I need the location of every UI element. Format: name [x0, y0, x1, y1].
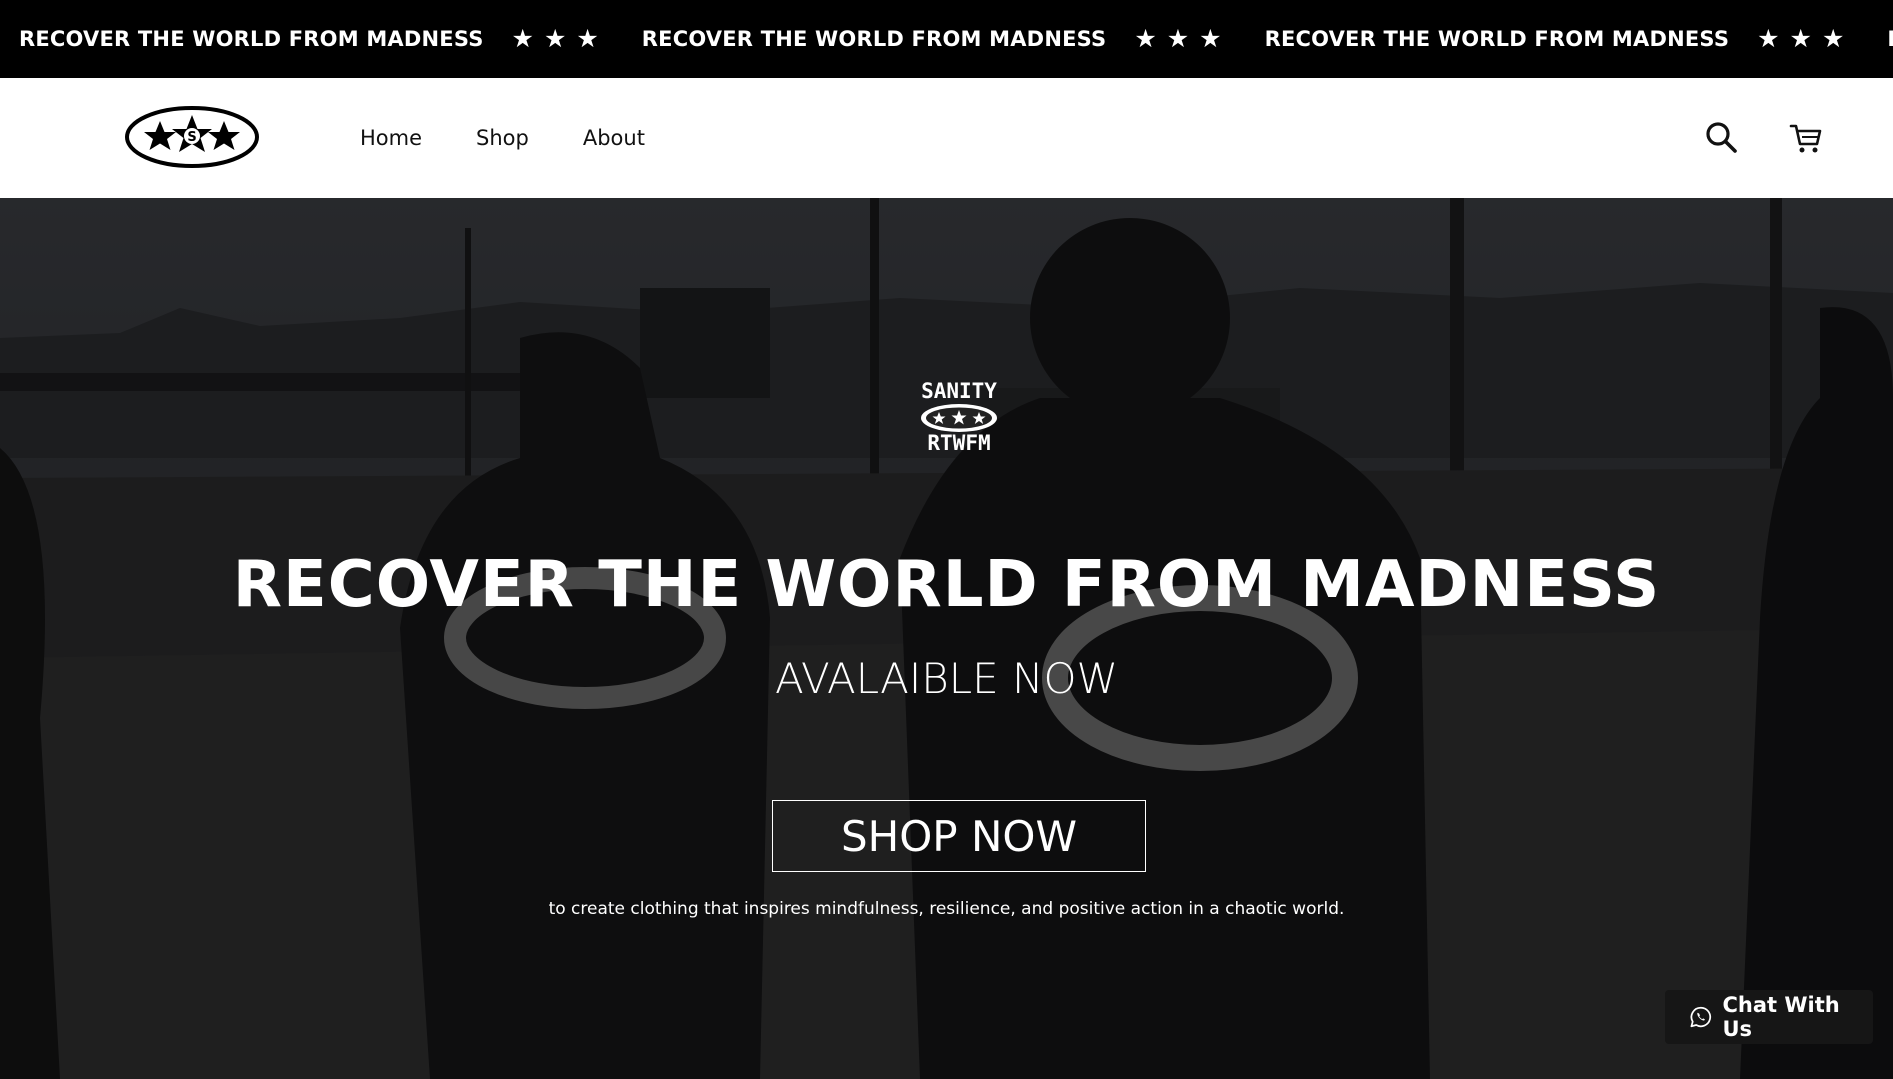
shop-now-button[interactable]: SHOP NOW — [772, 800, 1146, 872]
announcement-item: RECOVER THE WORLD FROM MADNESS — [1887, 27, 1893, 51]
star-separator-icon: ★★★ — [511, 25, 609, 53]
hero-tagline: to create clothing that inspires mindful… — [548, 899, 1345, 919]
announcement-bar: RECOVER THE WORLD FROM MADNESS ★★★ RECOVER… — [0, 0, 1893, 78]
announcement-text: RECOVER THE WORLD FROM MADNESS — [1887, 27, 1893, 51]
nav-about[interactable]: About — [583, 126, 645, 150]
search-icon[interactable] — [1704, 120, 1740, 156]
chat-label: Chat With Us — [1722, 993, 1840, 1041]
hero-title: RECOVER THE WORLD FROM MADNESS — [232, 548, 1661, 622]
announcement-text: RECOVER THE WORLD FROM MADNESS — [19, 27, 484, 51]
announcement-text: RECOVER THE WORLD FROM MADNESS — [641, 27, 1107, 51]
announcement-item: RECOVER THE WORLD FROM MADNESS ★★★ — [19, 24, 642, 54]
announcement-item: RECOVER THE WORLD FROM MADNESS ★★★ — [1265, 24, 1888, 54]
announcement-text: RECOVER THE WORLD FROM MADNESS — [1264, 27, 1730, 51]
announcement-item: RECOVER THE WORLD FROM MADNESS ★★★ — [642, 24, 1265, 54]
logo-letter: S — [187, 130, 196, 145]
hero-emblem-bottom: RTWFM — [927, 431, 990, 455]
chat-with-us-button[interactable]: Chat With Us — [1665, 990, 1873, 1044]
star-separator-icon: ★★★ — [1134, 25, 1232, 53]
announcement-track: RECOVER THE WORLD FROM MADNESS ★★★ RECOVER… — [19, 0, 1893, 78]
hero-overlay — [0, 198, 1893, 1079]
cart-icon[interactable] — [1788, 120, 1824, 156]
nav-shop[interactable]: Shop — [476, 126, 529, 150]
hero-emblem-top: SANITY — [921, 379, 997, 403]
site-header: S Home Shop About — [0, 78, 1893, 198]
hero-banner: SANITY RTWFM RECOVER THE WORLD FROM MADN… — [0, 198, 1893, 1079]
nav-home[interactable]: Home — [360, 126, 422, 150]
hero-emblem: SANITY RTWFM — [921, 379, 997, 455]
hero-subtitle: AVALAIBLE NOW — [774, 654, 1119, 703]
main-nav: Home Shop About — [360, 78, 645, 198]
brand-logo[interactable]: S — [124, 105, 260, 169]
star-separator-icon: ★★★ — [1757, 25, 1855, 53]
whatsapp-icon — [1690, 1006, 1712, 1028]
